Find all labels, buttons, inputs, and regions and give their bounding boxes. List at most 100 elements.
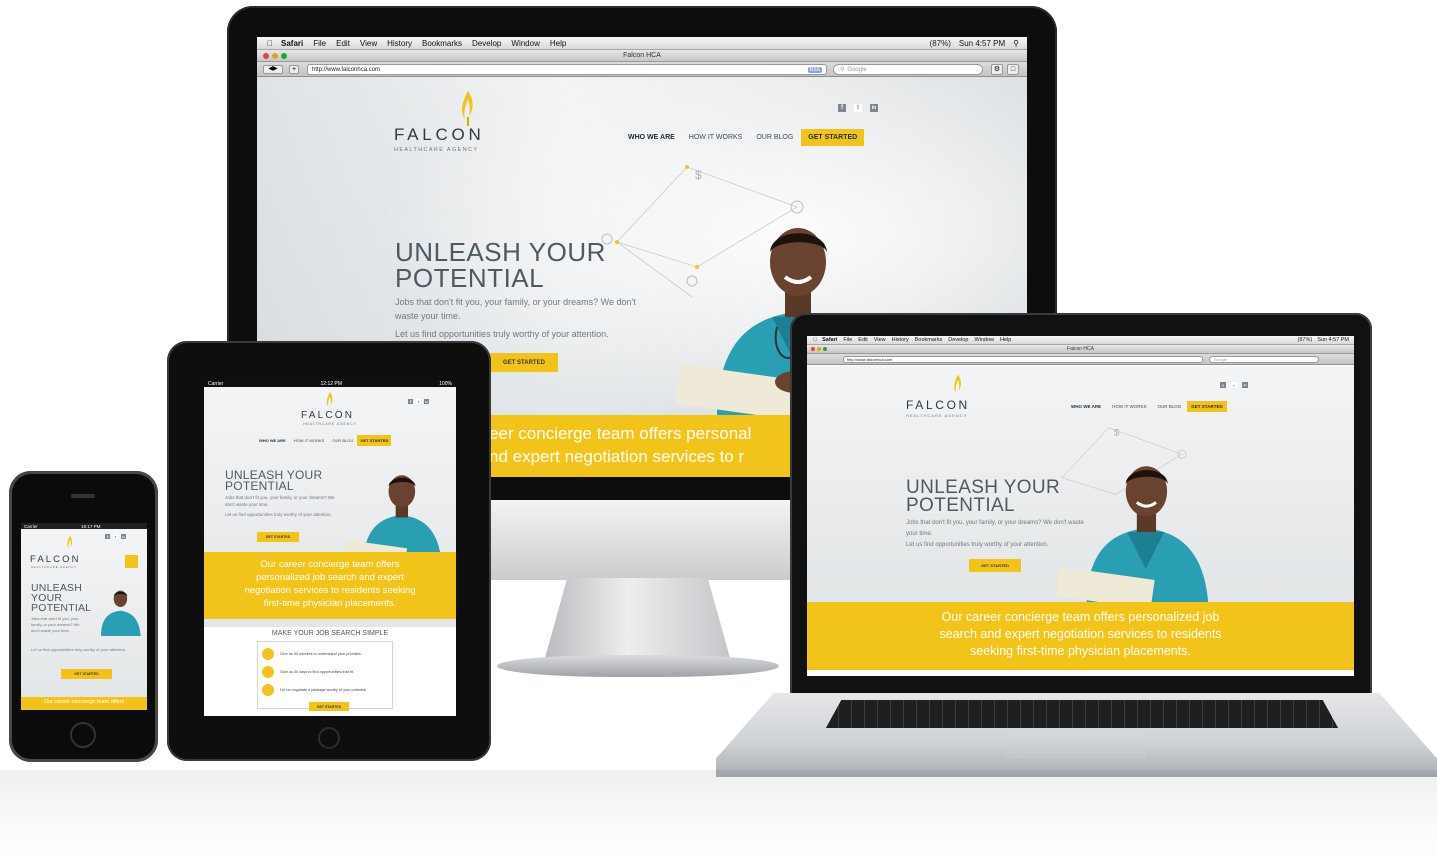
menu-help[interactable]: Help [550, 39, 566, 48]
logo-wordmark[interactable]: FALCON [301, 410, 354, 421]
nav-who-we-are[interactable]: WHO WE ARE [1071, 404, 1101, 409]
mac-menubar:  Safari File Edit View History Bookmark… [807, 336, 1354, 345]
close-window-icon[interactable] [811, 347, 815, 351]
battery-status[interactable]: (87%) [1298, 337, 1313, 343]
menu-window[interactable]: Window [511, 39, 539, 48]
window-titlebar: Falcon HCA [807, 345, 1354, 354]
hero-get-started-button[interactable]: GET STARTED [490, 353, 558, 372]
menu-help[interactable]: Help [1000, 337, 1011, 343]
menu-edit[interactable]: Edit [858, 337, 867, 343]
logo-tagline: HEALTHCARE AGENCY [303, 422, 357, 426]
twitter-icon[interactable]: t [1231, 382, 1237, 388]
menu-history[interactable]: History [387, 39, 412, 48]
nav-our-blog[interactable]: OUR BLOG [756, 134, 793, 141]
nav-who-we-are[interactable]: WHO WE ARE [259, 438, 286, 443]
twitter-icon[interactable]: t [113, 534, 118, 539]
rss-badge[interactable]: RSS [807, 66, 822, 73]
minimize-window-icon[interactable] [817, 347, 821, 351]
menu-app[interactable]: Safari [822, 337, 837, 343]
nav-get-started[interactable]: GET STARTED [801, 129, 865, 146]
facebook-icon[interactable]: f [105, 534, 110, 539]
nav-how-it-works[interactable]: HOW IT WORKS [294, 438, 325, 443]
nav-our-blog[interactable]: OUR BLOG [1158, 404, 1182, 409]
url-field[interactable]: http://www.falconhca.com RSS [307, 64, 827, 75]
back-forward-icon[interactable]: ◀▶ [263, 65, 283, 74]
facebook-icon[interactable]: f [408, 399, 413, 404]
spotlight-icon[interactable]: ⚲ [1013, 39, 1019, 48]
logo-wordmark[interactable]: FALCON [906, 398, 970, 412]
nav-how-it-works[interactable]: HOW IT WORKS [1112, 404, 1146, 409]
menu-file[interactable]: File [313, 39, 326, 48]
window-title: Falcon HCA [623, 52, 661, 59]
menu-develop[interactable]: Develop [472, 39, 501, 48]
apple-icon[interactable]:  [813, 337, 817, 343]
iphone-home-button-icon[interactable] [70, 722, 96, 748]
hero-get-started-button[interactable]: GET STARTED [257, 532, 299, 542]
laptop-keyboard [826, 700, 1338, 728]
concierge-band: Our career concierge team offers persona… [807, 602, 1354, 670]
hero-intro-2: Let us find opportunities truly worthy o… [31, 647, 126, 652]
search-field[interactable]: ⚲ Google [833, 64, 983, 75]
menubar-clock[interactable]: Sun 4:57 PM [1317, 337, 1349, 343]
menu-bookmarks[interactable]: Bookmarks [422, 39, 462, 48]
search-field[interactable]: Google [1209, 356, 1319, 363]
logo-wordmark[interactable]: FALCON [394, 125, 484, 145]
hero-get-started-button[interactable]: GET STARTED [61, 669, 112, 679]
facebook-icon[interactable]: f [838, 104, 846, 112]
linkedin-icon[interactable]: in [424, 399, 429, 404]
hero-headline-line2: POTENTIAL [395, 263, 545, 293]
page-icon[interactable]: □ [1007, 64, 1019, 75]
zoom-window-icon[interactable] [281, 53, 287, 59]
steps-get-started-button[interactable]: GET STARTED [309, 702, 349, 711]
apple-icon[interactable]:  [267, 39, 273, 48]
nav-get-started[interactable]: GET STARTED [357, 435, 392, 446]
window-titlebar: Falcon HCA [257, 50, 1027, 62]
linkedin-icon[interactable]: in [121, 534, 126, 539]
traffic-lights [811, 347, 827, 351]
social-links: f t in [408, 399, 429, 404]
doctor-photo [344, 475, 442, 565]
hero-headline-line1: UNLEASH YOUR [395, 237, 606, 267]
add-bookmark-icon[interactable]: + [289, 65, 299, 74]
menu-toggle-button[interactable] [125, 555, 138, 568]
svg-text:$: $ [695, 168, 702, 182]
hero-get-started-button[interactable]: GET STARTED [969, 559, 1021, 572]
social-links: f t in [1220, 382, 1248, 388]
menu-history[interactable]: History [892, 337, 909, 343]
linkedin-icon[interactable]: in [870, 104, 878, 112]
logo-wordmark[interactable]: FALCON [30, 554, 81, 565]
battery-status[interactable]: (87%) [930, 39, 951, 48]
menu-view[interactable]: View [360, 39, 377, 48]
close-window-icon[interactable] [263, 53, 269, 59]
zoom-window-icon[interactable] [823, 347, 827, 351]
facebook-icon[interactable]: f [1220, 382, 1226, 388]
nav-our-blog[interactable]: OUR BLOG [332, 438, 353, 443]
concierge-band: Our career concierge team offers persona… [204, 552, 456, 619]
menu-bookmarks[interactable]: Bookmarks [915, 337, 943, 343]
imac-foot [497, 655, 779, 677]
menu-edit[interactable]: Edit [336, 39, 350, 48]
url-field[interactable]: http://www.falconhca.com [843, 356, 1203, 363]
doctor-photo [101, 590, 141, 636]
menu-window[interactable]: Window [974, 337, 994, 343]
menu-file[interactable]: File [843, 337, 852, 343]
settings-icon[interactable]: ⚙ [991, 64, 1003, 75]
ipad-home-button-icon[interactable] [318, 727, 340, 749]
laptop-trackpad[interactable] [1003, 733, 1148, 759]
menubar-clock[interactable]: Sun 4:57 PM [959, 39, 1005, 48]
hero-intro: Jobs that don't fit you, your family, or… [395, 297, 636, 321]
twitter-icon[interactable]: t [854, 104, 862, 112]
falcon-flame-logo-icon [954, 374, 961, 393]
minimize-window-icon[interactable] [272, 53, 278, 59]
twitter-icon[interactable]: t [416, 399, 421, 404]
menu-view[interactable]: View [874, 337, 886, 343]
main-nav: WHO WE ARE HOW IT WORKS OUR BLOG GET STA… [259, 435, 392, 446]
falcon-flame-logo-icon [326, 392, 333, 407]
nav-how-it-works[interactable]: HOW IT WORKS [689, 134, 743, 141]
nav-get-started[interactable]: GET STARTED [1187, 401, 1227, 412]
linkedin-icon[interactable]: in [1242, 382, 1248, 388]
menu-app[interactable]: Safari [281, 39, 303, 48]
menu-develop[interactable]: Develop [948, 337, 968, 343]
search-icon: ⚲ [840, 67, 845, 73]
nav-who-we-are[interactable]: WHO WE ARE [628, 134, 675, 141]
